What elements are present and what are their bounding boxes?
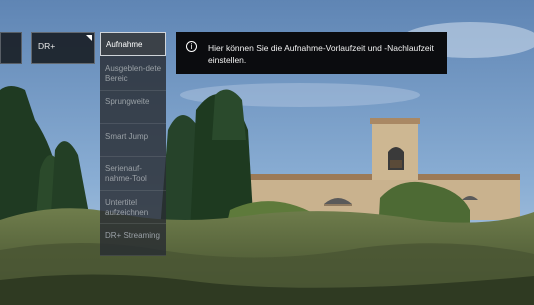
channel-tab-label: DR+: [38, 41, 56, 51]
menu-item-label: Ausgeblen-dete Bereic: [105, 64, 162, 83]
menu-item-label: Serienauf-nahme-Tool: [105, 164, 147, 183]
menu-item-skip-width[interactable]: Sprungweite: [100, 91, 166, 124]
menu-item-label: DR+ Streaming: [105, 231, 160, 240]
info-tooltip: i Hier können Sie die Aufnahme-Vorlaufze…: [176, 32, 447, 74]
menu-item-streaming[interactable]: DR+ Streaming: [100, 224, 166, 256]
menu-item-hidden-areas[interactable]: Ausgeblen-dete Bereic: [100, 56, 166, 91]
menu-item-smart-jump[interactable]: Smart Jump: [100, 124, 166, 157]
menu-item-label: Untertitel aufzeichnen: [105, 198, 149, 217]
info-icon: i: [186, 41, 197, 52]
prev-tab[interactable]: [0, 32, 22, 64]
menu-item-recording[interactable]: Aufnahme: [100, 32, 166, 56]
channel-tab[interactable]: DR+: [31, 32, 95, 64]
menu-item-record-subtitles[interactable]: Untertitel aufzeichnen: [100, 191, 166, 224]
settings-menu: Aufnahme Ausgeblen-dete Bereic Sprungwei…: [100, 32, 166, 256]
menu-item-label: Aufnahme: [106, 40, 143, 49]
menu-item-label: Smart Jump: [105, 132, 149, 141]
tv-screen: DR+ Aufnahme Ausgeblen-dete Bereic Sprun…: [0, 0, 534, 305]
menu-item-series-recording[interactable]: Serienauf-nahme-Tool: [100, 157, 166, 191]
tooltip-text: Hier können Sie die Aufnahme-Vorlaufzeit…: [208, 43, 434, 65]
corner-marker-icon: [86, 35, 92, 41]
menu-item-label: Sprungweite: [105, 97, 150, 106]
